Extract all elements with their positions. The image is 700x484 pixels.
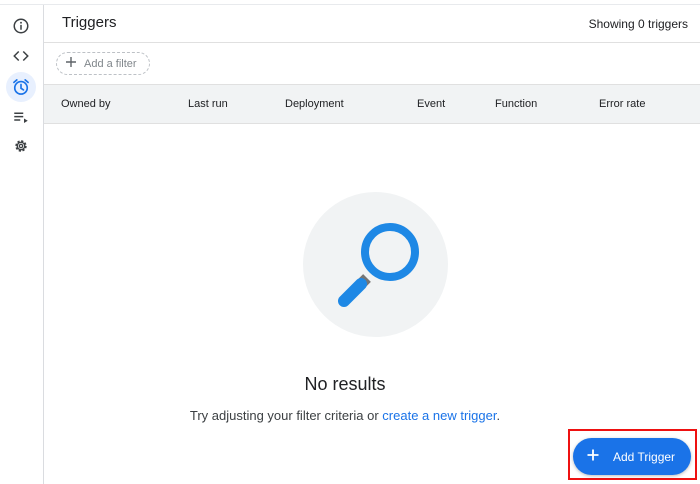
nav-code-button[interactable] xyxy=(6,41,36,71)
column-header-owned-by[interactable]: Owned by xyxy=(61,98,111,110)
playlist-play-icon xyxy=(12,108,30,126)
filter-bar: Add a filter xyxy=(44,43,700,85)
add-filter-label: Add a filter xyxy=(84,57,137,70)
nav-info-button[interactable] xyxy=(6,11,36,41)
plus-icon xyxy=(65,55,77,73)
page-title: Triggers xyxy=(62,14,117,31)
nav-triggers-button[interactable] xyxy=(6,72,36,102)
left-nav-rail xyxy=(0,5,44,484)
empty-state-message-text: Try adjusting your filter criteria or xyxy=(189,408,383,423)
info-icon xyxy=(12,17,30,35)
empty-state-message: Try adjusting your filter criteria or cr… xyxy=(44,408,646,423)
gear-icon xyxy=(12,137,30,155)
alarm-clock-icon xyxy=(11,77,31,97)
add-filter-button[interactable]: Add a filter xyxy=(56,52,150,75)
column-header-last-run[interactable]: Last run xyxy=(188,98,228,110)
result-count: Showing 0 triggers xyxy=(588,17,688,31)
empty-state-illustration xyxy=(303,192,448,337)
add-trigger-label: Add Trigger xyxy=(613,449,676,464)
column-header-deployment[interactable]: Deployment xyxy=(285,98,344,110)
column-header-event[interactable]: Event xyxy=(417,98,445,110)
nav-settings-button[interactable] xyxy=(6,131,36,161)
column-header-function[interactable]: Function xyxy=(495,98,537,110)
empty-state-message-suffix: . xyxy=(496,408,501,423)
code-icon xyxy=(12,47,30,65)
column-header-error-rate[interactable]: Error rate xyxy=(599,98,645,110)
add-trigger-button[interactable]: Add Trigger xyxy=(573,438,691,475)
create-trigger-link[interactable]: create a new trigger xyxy=(382,408,496,423)
page-header: Triggers Showing 0 triggers xyxy=(44,5,700,43)
nav-executions-button[interactable] xyxy=(6,102,36,132)
empty-state-title: No results xyxy=(304,374,386,394)
plus-icon xyxy=(587,448,599,466)
table-header-row: Owned by Last run Deployment Event Funct… xyxy=(44,85,700,124)
app-window: Triggers Showing 0 triggers Add a filter… xyxy=(0,0,700,484)
